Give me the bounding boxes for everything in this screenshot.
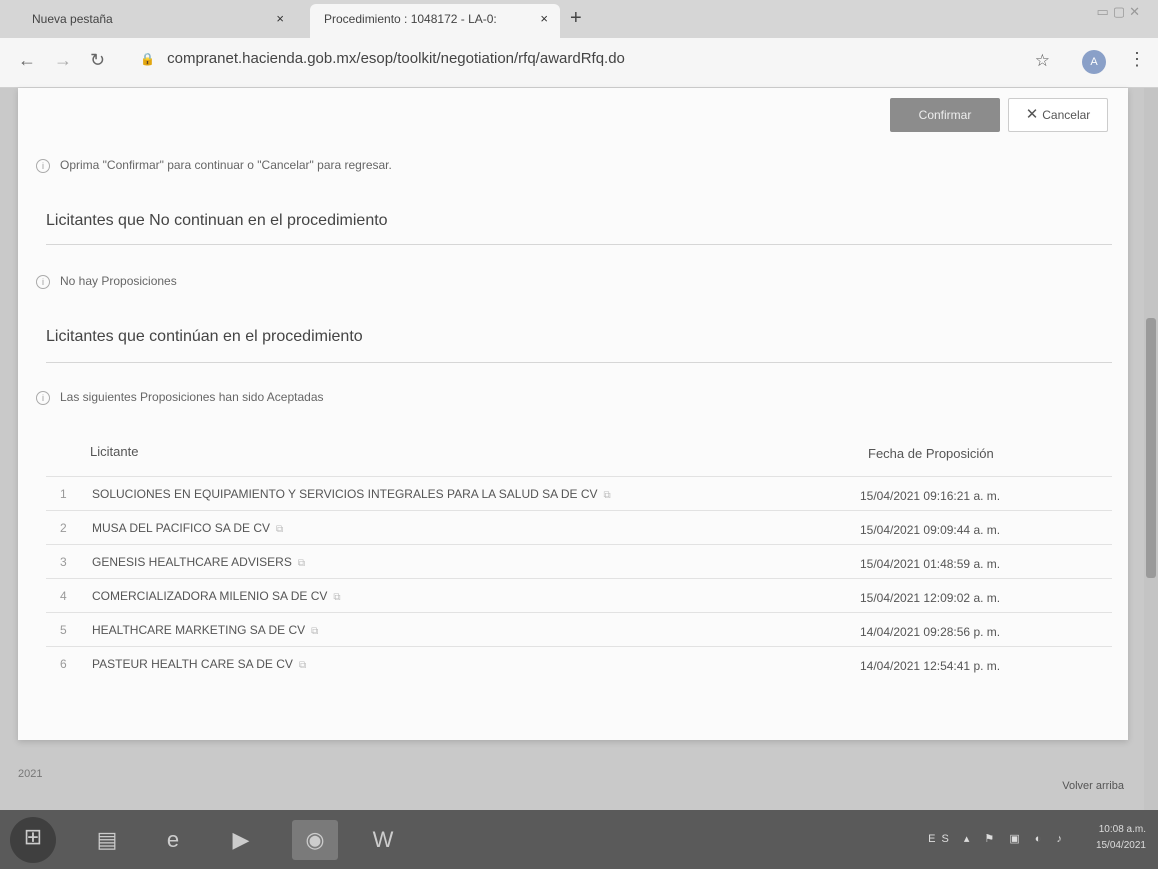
external-link-icon[interactable]: ⧉ xyxy=(333,592,340,603)
no-proposals-message: i No hay Proposiciones xyxy=(36,274,177,289)
word-icon[interactable]: W xyxy=(360,820,406,860)
bidder-name[interactable]: HEALTHCARE MARKETING SA DE CV ⧉ xyxy=(92,623,318,637)
bidder-name[interactable]: COMERCIALIZADORA MILENIO SA DE CV ⧉ xyxy=(92,589,341,603)
back-to-top-link[interactable]: Volver arriba xyxy=(1062,780,1124,792)
bidder-name[interactable]: MUSA DEL PACIFICO SA DE CV ⧉ xyxy=(92,521,283,535)
row-number: 4 xyxy=(60,589,67,603)
no-proposals-text: No hay Proposiciones xyxy=(60,274,177,288)
column-header-licitante: Licitante xyxy=(90,444,139,459)
tab-close-icon[interactable]: × xyxy=(540,4,548,34)
system-tray[interactable]: ES ▴ ⚑ ▣ ◐ ♪ xyxy=(928,832,1068,845)
external-link-icon[interactable]: ⧉ xyxy=(299,660,306,671)
proposal-date: 15/04/2021 09:09:44 a. m. xyxy=(860,523,1001,537)
footer-year: 2021 xyxy=(18,768,43,780)
hint-text: Oprima "Confirmar" para continuar o "Can… xyxy=(60,158,392,172)
new-tab-button[interactable]: + xyxy=(570,3,582,33)
kebab-menu-icon[interactable]: ⋮ xyxy=(1128,49,1146,70)
reload-icon[interactable]: ↻ xyxy=(90,50,105,71)
tab-label: Procedimiento : 1048172 - LA-0: xyxy=(324,12,497,26)
bidder-name-text: HEALTHCARE MARKETING SA DE CV xyxy=(92,623,306,637)
file-explorer-icon[interactable]: ▤ xyxy=(84,820,130,860)
accepted-text: Las siguientes Proposiciones han sido Ac… xyxy=(60,390,324,404)
divider xyxy=(46,244,1112,245)
proposal-date: 15/04/2021 12:09:02 a. m. xyxy=(860,591,1001,605)
bidder-name-text: PASTEUR HEALTH CARE SA DE CV xyxy=(92,657,293,671)
cancel-label: Cancelar xyxy=(1042,108,1091,122)
hint-message: i Oprima "Confirmar" para continuar o "Ca… xyxy=(36,158,392,173)
tab-close-icon[interactable]: × xyxy=(276,4,284,34)
row-number: 6 xyxy=(60,657,67,671)
scrollbar-thumb[interactable] xyxy=(1146,318,1156,578)
table-row: 2 MUSA DEL PACIFICO SA DE CV ⧉ 15/04/2021… xyxy=(46,510,1112,544)
clock-time: 10:08 a.m. xyxy=(1098,824,1146,835)
bidder-name-text: GENESIS HEALTHCARE ADVISERS xyxy=(92,555,292,569)
bidder-name[interactable]: PASTEUR HEALTH CARE SA DE CV ⧉ xyxy=(92,657,306,671)
clock-date: 15/04/2021 xyxy=(1095,840,1146,851)
table-row: 5 HEALTHCARE MARKETING SA DE CV ⧉ 14/04/2… xyxy=(46,612,1112,646)
browser-toolbar: ← → ↻ 🔒 compranet.hacienda.gob.mx/esop/t… xyxy=(0,38,1158,88)
info-icon: i xyxy=(36,391,50,405)
cancel-button[interactable]: ✕ Cancelar xyxy=(1008,98,1108,132)
external-link-icon[interactable]: ⧉ xyxy=(298,558,305,569)
profile-avatar[interactable]: A xyxy=(1082,50,1106,74)
lock-icon: 🔒 xyxy=(140,52,155,66)
row-number: 2 xyxy=(60,521,67,535)
external-link-icon[interactable]: ⧉ xyxy=(311,626,318,637)
address-bar[interactable]: 🔒 compranet.hacienda.gob.mx/esop/toolkit… xyxy=(140,50,625,67)
row-number: 3 xyxy=(60,555,67,569)
tab-label: Nueva pestaña xyxy=(32,12,113,26)
column-header-fecha: Fecha de Proposición xyxy=(868,446,994,461)
internet-explorer-icon[interactable]: e xyxy=(150,820,196,860)
back-arrow-icon[interactable]: ← xyxy=(18,50,36,71)
language-indicator[interactable]: ES xyxy=(928,833,955,845)
tab-nueva-pestana[interactable]: Nueva pestaña × xyxy=(18,4,296,38)
table-row: 6 PASTEUR HEALTH CARE SA DE CV ⧉ 14/04/20… xyxy=(46,646,1112,680)
divider xyxy=(46,362,1112,363)
tab-procedimiento[interactable]: Procedimiento : 1048172 - LA-0: × xyxy=(310,4,560,38)
browser-tab-strip: Nueva pestaña × Procedimiento : 1048172 … xyxy=(0,0,1158,38)
url-text: compranet.hacienda.gob.mx/esop/toolkit/n… xyxy=(167,50,625,67)
proposal-date: 15/04/2021 09:16:21 a. m. xyxy=(860,489,1001,503)
close-icon: ✕ xyxy=(1025,106,1039,123)
bidder-name-text: MUSA DEL PACIFICO SA DE CV xyxy=(92,521,271,535)
bidder-name[interactable]: SOLUCIONES EN EQUIPAMIENTO Y SERVICIOS I… xyxy=(92,487,611,501)
info-icon: i xyxy=(36,275,50,289)
external-link-icon[interactable]: ⧉ xyxy=(604,490,611,501)
row-number: 5 xyxy=(60,623,67,637)
start-button-icon[interactable]: ⊞ xyxy=(10,817,56,863)
row-number: 1 xyxy=(60,487,67,501)
section-title-not-continuing: Licitantes que No continuan en el proced… xyxy=(46,212,388,229)
proposal-date: 15/04/2021 01:48:59 a. m. xyxy=(860,557,1001,571)
window-controls-icon[interactable]: ▭▢✕ xyxy=(1097,4,1144,20)
chrome-icon[interactable]: ◉ xyxy=(292,820,338,860)
bidder-name-text: SOLUCIONES EN EQUIPAMIENTO Y SERVICIOS I… xyxy=(92,487,598,501)
forward-arrow-icon[interactable]: → xyxy=(54,50,72,71)
accepted-message: i Las siguientes Proposiciones han sido A… xyxy=(36,390,324,405)
proposal-date: 14/04/2021 09:28:56 p. m. xyxy=(860,625,1001,639)
bookmark-star-icon[interactable]: ☆ xyxy=(1035,51,1050,71)
bidder-name[interactable]: GENESIS HEALTHCARE ADVISERS ⧉ xyxy=(92,555,305,569)
external-link-icon[interactable]: ⧉ xyxy=(276,524,283,535)
table-row: 4 COMERCIALIZADORA MILENIO SA DE CV ⧉ 15/… xyxy=(46,578,1112,612)
clock[interactable]: 10:08 a.m. 15/04/2021 xyxy=(1096,822,1146,854)
bidder-name-text: COMERCIALIZADORA MILENIO SA DE CV xyxy=(92,589,328,603)
media-player-icon[interactable]: ▶ xyxy=(218,820,264,860)
table-row: 3 GENESIS HEALTHCARE ADVISERS ⧉ 15/04/202… xyxy=(46,544,1112,578)
section-title-continuing: Licitantes que continúan en el procedimi… xyxy=(46,328,363,345)
confirm-button[interactable]: Confirmar xyxy=(890,98,1000,132)
vertical-scrollbar[interactable] xyxy=(1144,88,1158,810)
proposal-date: 14/04/2021 12:54:41 p. m. xyxy=(860,659,1001,673)
table-row: 1 SOLUCIONES EN EQUIPAMIENTO Y SERVICIOS… xyxy=(46,476,1112,510)
page-content: Confirmar ✕ Cancelar i Oprima "Confirmar" … xyxy=(0,88,1158,810)
os-taskbar: ⊞ ▤ e ▶ ◉ W ES ▴ ⚑ ▣ ◐ ♪ 10:08 a.m. 15/0… xyxy=(0,810,1158,869)
info-icon: i xyxy=(36,159,50,173)
confirm-dialog: Confirmar ✕ Cancelar i Oprima "Confirmar" … xyxy=(18,88,1128,740)
